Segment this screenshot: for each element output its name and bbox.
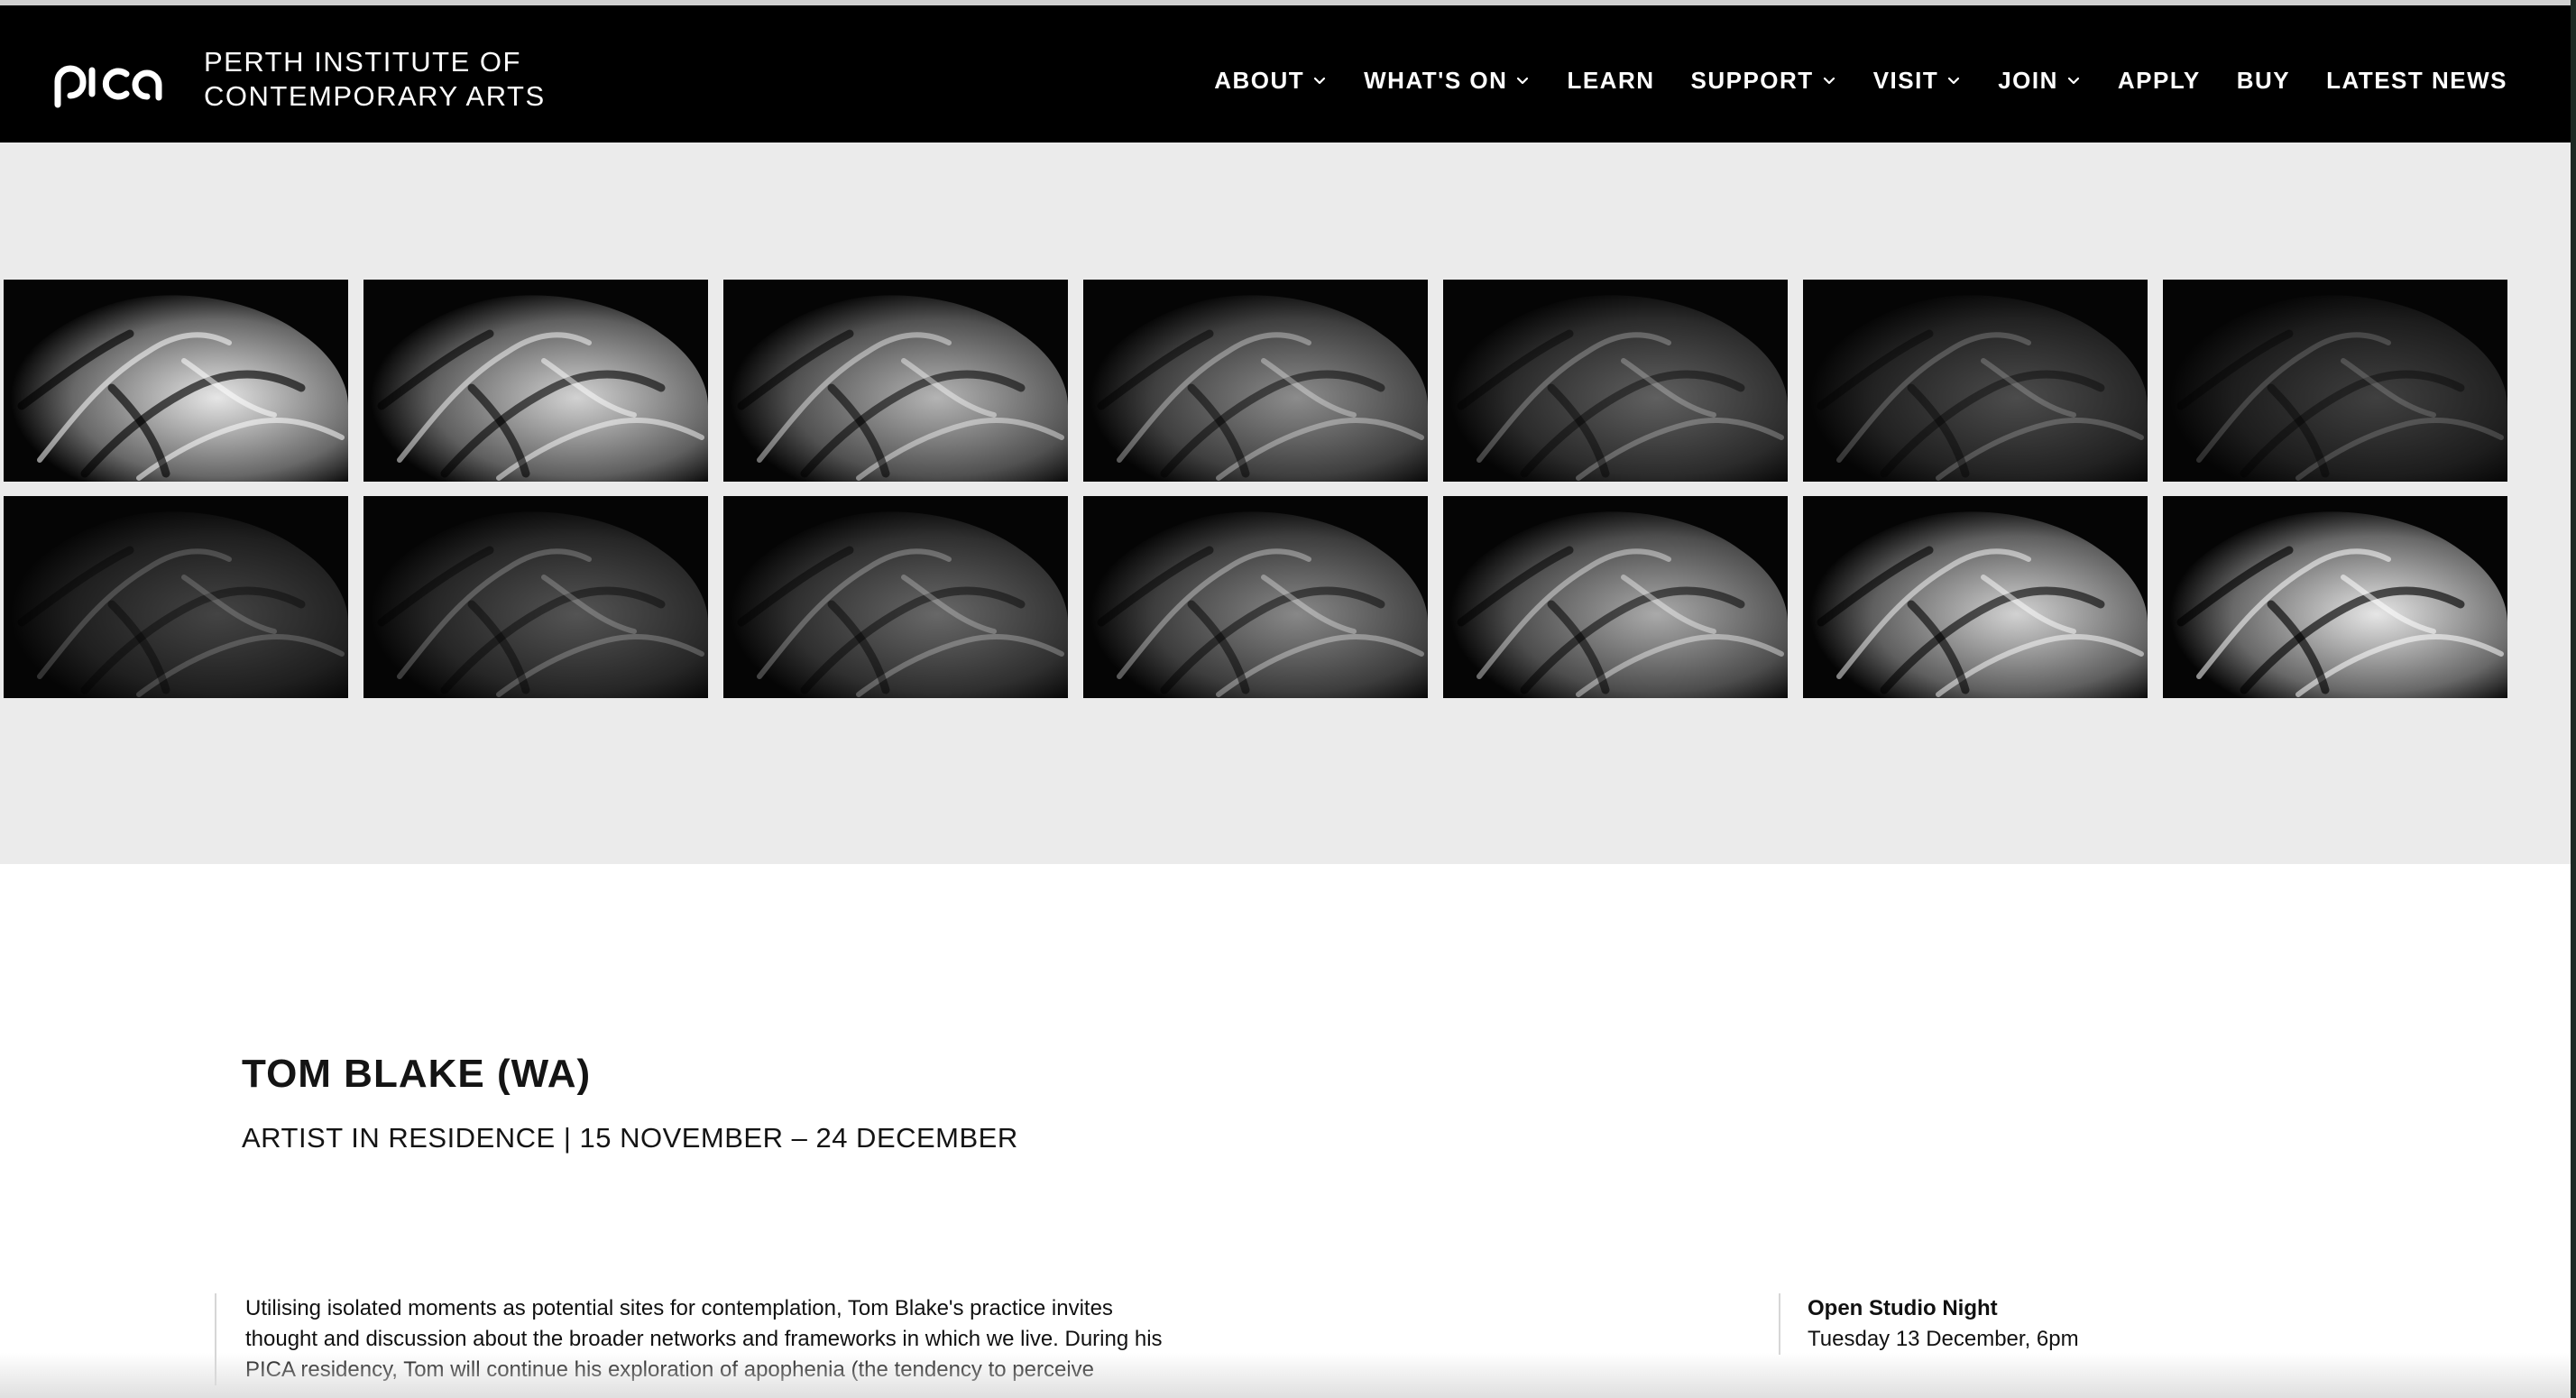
nav-item-about[interactable]: ABOUT bbox=[1214, 67, 1328, 95]
nav-item-label: VISIT bbox=[1872, 66, 1939, 94]
crumpled-paper-image bbox=[1443, 280, 1788, 482]
body-line: thought and discussion about the broader… bbox=[245, 1327, 1163, 1351]
gallery-image[interactable] bbox=[363, 496, 708, 698]
event-time: Tuesday 13 December, 6pm bbox=[1808, 1327, 2079, 1351]
nav-item-label: LATEST NEWS bbox=[2326, 66, 2507, 94]
site-name-line-2: CONTEMPORARY ARTS bbox=[204, 80, 546, 112]
crumpled-paper-image bbox=[2163, 280, 2507, 482]
nav-item-label: JOIN bbox=[1998, 66, 2058, 94]
nav-item-learn[interactable]: LEARN bbox=[1567, 67, 1654, 95]
gallery-image[interactable] bbox=[1083, 496, 1428, 698]
event-sidebar: Open Studio Night Tuesday 13 December, 6… bbox=[1779, 1293, 2079, 1355]
body-text: Utilising isolated moments as potential … bbox=[215, 1293, 1201, 1385]
nav-item-join[interactable]: JOIN bbox=[1998, 67, 2082, 95]
gallery-image[interactable] bbox=[723, 496, 1068, 698]
crumpled-paper-image bbox=[1803, 280, 2148, 482]
gallery-image[interactable] bbox=[2163, 496, 2507, 698]
gallery-image[interactable] bbox=[723, 280, 1068, 482]
gallery-image[interactable] bbox=[1803, 496, 2148, 698]
crumpled-paper-image bbox=[1083, 280, 1428, 482]
crumpled-paper-image bbox=[363, 496, 708, 698]
chevron-down-icon bbox=[1517, 77, 1529, 85]
gallery-band bbox=[0, 143, 2571, 864]
nav-item-label: LEARN bbox=[1567, 66, 1655, 94]
body-line: Utilising isolated moments as potential … bbox=[245, 1296, 1113, 1320]
crumpled-paper-image bbox=[2163, 496, 2507, 698]
nav-item-label: BUY bbox=[2236, 66, 2291, 94]
artist-subtitle: ARTIST IN RESIDENCE | 15 NOVEMBER – 24 D… bbox=[242, 1122, 1018, 1154]
body-line: PICA residency, Tom will continue his ex… bbox=[245, 1357, 1094, 1382]
nav-item-what-s-on[interactable]: WHAT'S ON bbox=[1364, 67, 1531, 95]
crumpled-paper-image bbox=[4, 496, 348, 698]
crumpled-paper-image bbox=[1443, 496, 1788, 698]
crumpled-paper-image bbox=[723, 496, 1068, 698]
nav-item-label: APPLY bbox=[2117, 66, 2201, 94]
event-name: Open Studio Night bbox=[1808, 1296, 1998, 1320]
chevron-down-icon bbox=[1314, 77, 1326, 85]
gallery-image[interactable] bbox=[4, 280, 348, 482]
nav-item-visit[interactable]: VISIT bbox=[1873, 67, 1963, 95]
site-header: PERTH INSTITUTE OF CONTEMPORARY ARTS ABO… bbox=[0, 5, 2571, 143]
chevron-down-icon bbox=[1948, 77, 1960, 85]
gallery-image[interactable] bbox=[2163, 280, 2507, 482]
nav-item-latest-news[interactable]: LATEST NEWS bbox=[2326, 67, 2507, 95]
nav-item-label: WHAT'S ON bbox=[1364, 66, 1508, 94]
crumpled-paper-image bbox=[1803, 496, 2148, 698]
crumpled-paper-image bbox=[363, 280, 708, 482]
gallery-image[interactable] bbox=[1083, 280, 1428, 482]
main-nav: ABOUT WHAT'S ON LEARN SUPPORT VISIT JOIN APPLY… bbox=[1214, 57, 2507, 104]
gallery-image[interactable] bbox=[1443, 280, 1788, 482]
gallery-image[interactable] bbox=[4, 496, 348, 698]
chevron-down-icon bbox=[2067, 77, 2079, 85]
desktop-edge bbox=[2571, 0, 2576, 1398]
pica-logo[interactable] bbox=[52, 61, 166, 108]
crumpled-paper-image bbox=[1083, 496, 1428, 698]
chevron-down-icon bbox=[1823, 77, 1835, 85]
nav-item-support[interactable]: SUPPORT bbox=[1691, 67, 1837, 95]
artist-title: TOM BLAKE (WA) bbox=[242, 1052, 592, 1096]
nav-item-apply[interactable]: APPLY bbox=[2118, 67, 2201, 95]
gallery-image[interactable] bbox=[363, 280, 708, 482]
pica-logo-icon bbox=[54, 65, 162, 108]
nav-item-label: ABOUT bbox=[1214, 66, 1305, 94]
crumpled-paper-image bbox=[4, 280, 348, 482]
nav-item-label: SUPPORT bbox=[1690, 66, 1814, 94]
gallery-image[interactable] bbox=[1443, 496, 1788, 698]
crumpled-paper-image bbox=[723, 280, 1068, 482]
gallery-image[interactable] bbox=[1803, 280, 2148, 482]
gallery-grid bbox=[4, 280, 2507, 698]
site-name[interactable]: PERTH INSTITUTE OF CONTEMPORARY ARTS bbox=[204, 45, 546, 114]
site-name-line-1: PERTH INSTITUTE OF bbox=[204, 46, 521, 78]
nav-item-buy[interactable]: BUY bbox=[2237, 67, 2290, 95]
